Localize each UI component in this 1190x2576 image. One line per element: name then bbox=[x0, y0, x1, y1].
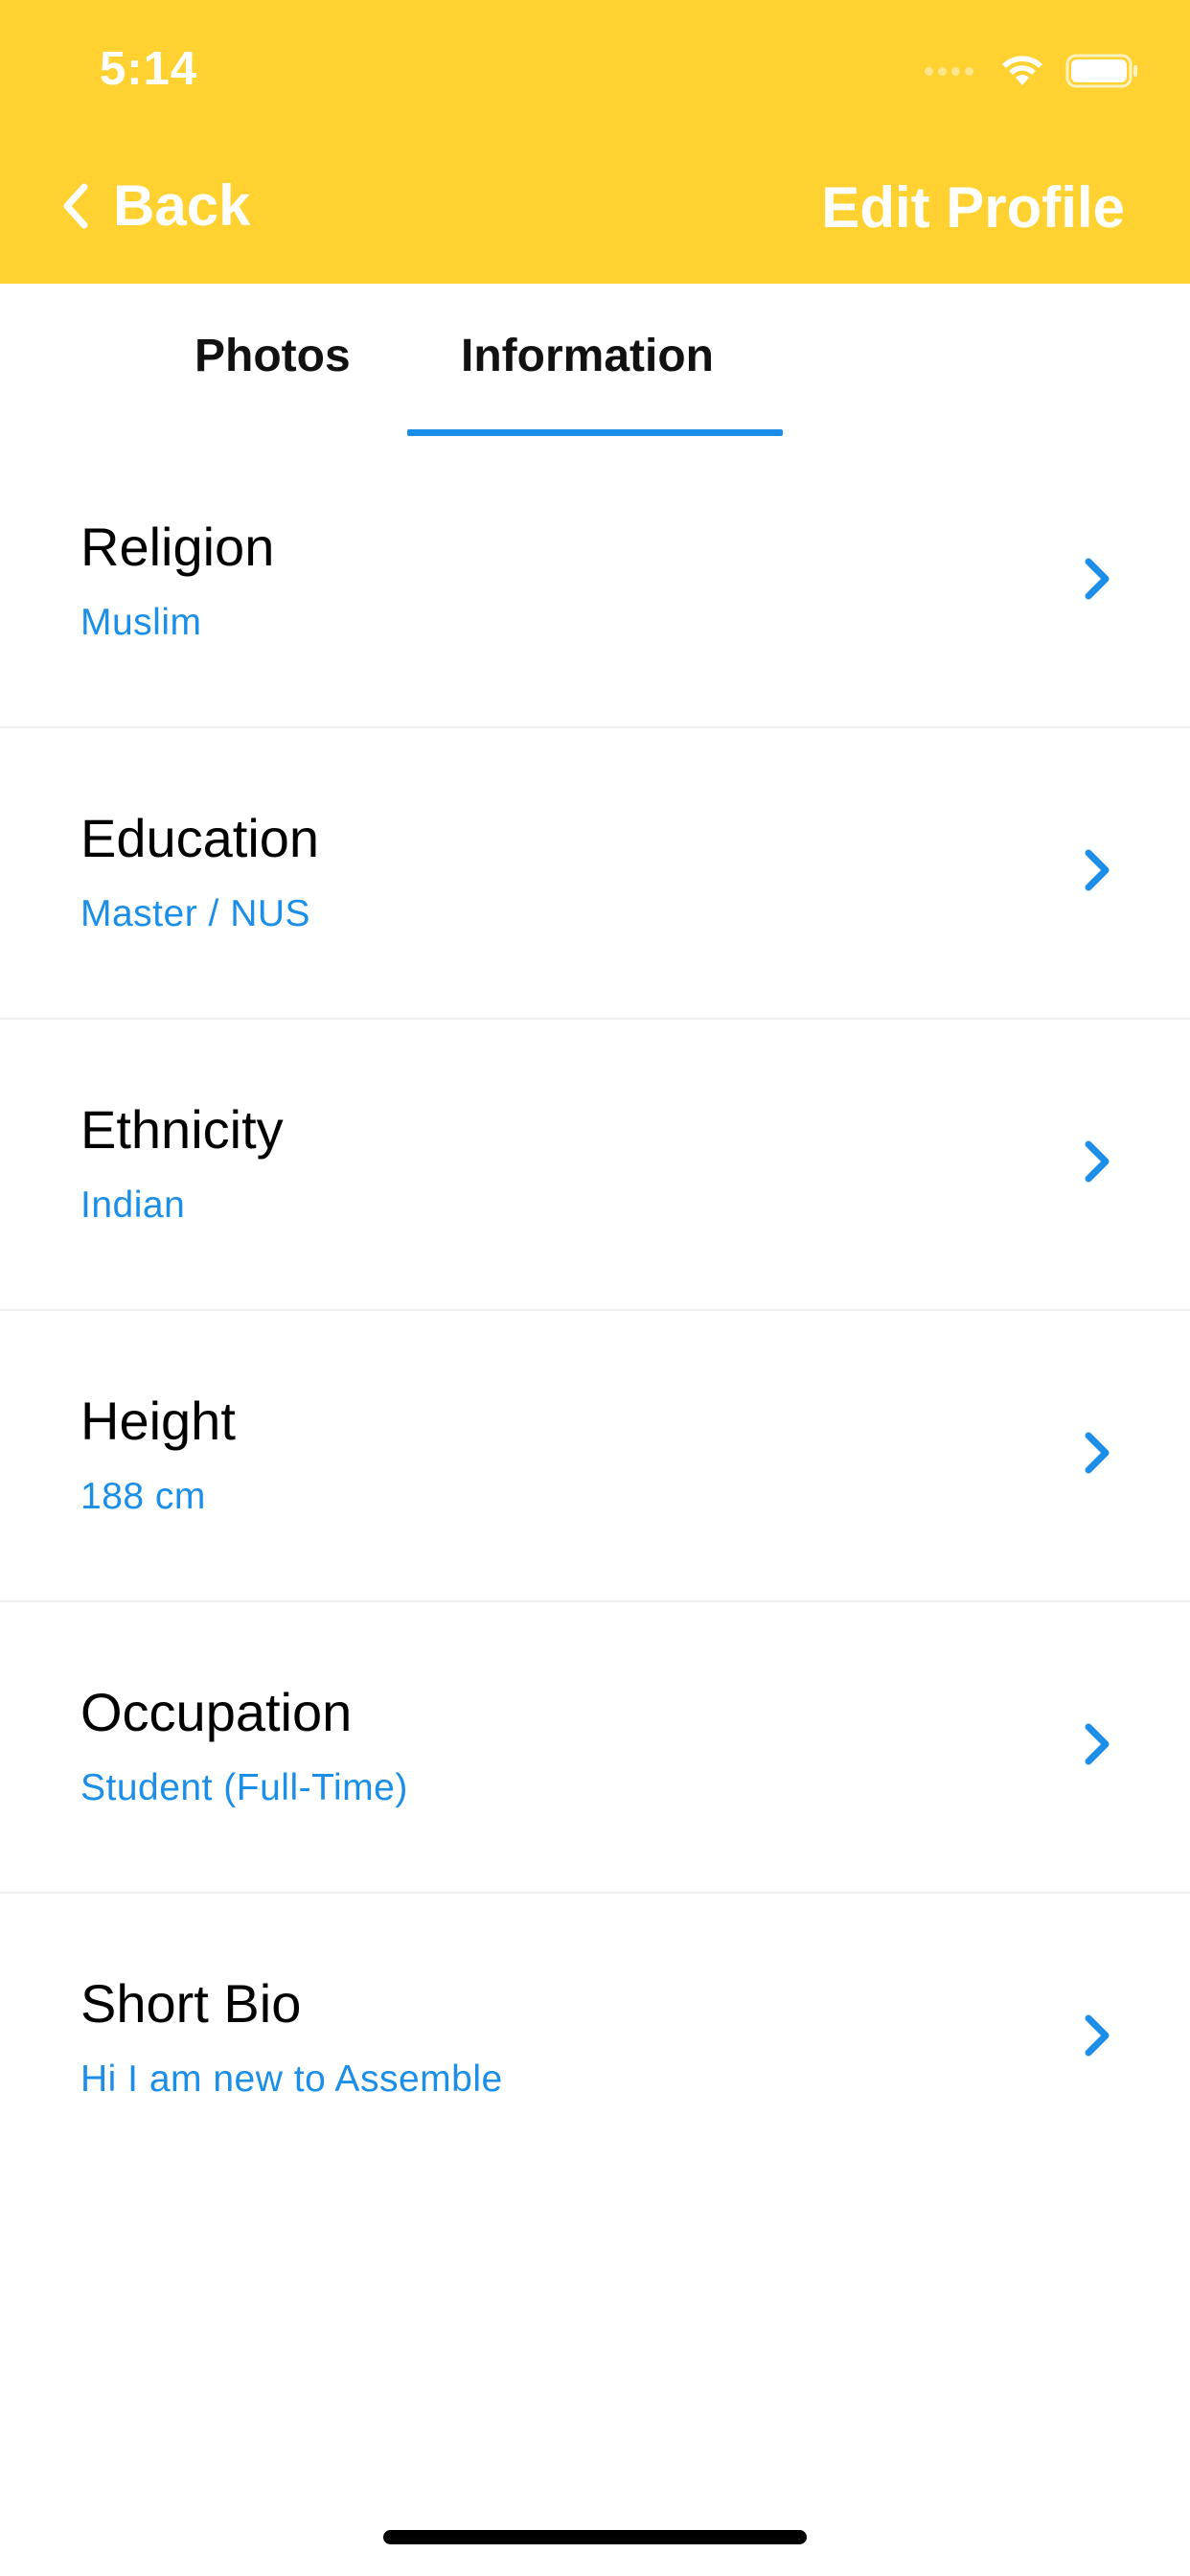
chevron-right-icon bbox=[1085, 1432, 1110, 1474]
list-item-title: Ethnicity bbox=[80, 1099, 284, 1160]
list-item-height[interactable]: Height 188 cm bbox=[0, 1311, 1190, 1602]
list-item-value: Student (Full-Time) bbox=[80, 1767, 408, 1808]
wifi-icon bbox=[1002, 56, 1042, 85]
tab-selected-indicator bbox=[407, 429, 783, 436]
chevron-right-icon bbox=[1085, 1723, 1110, 1765]
list-item-short-bio[interactable]: Short Bio Hi I am new to Assemble bbox=[0, 1894, 1190, 2185]
list-item-value: Master / NUS bbox=[80, 893, 311, 934]
status-time: 5:14 bbox=[100, 43, 198, 95]
page-title: Edit Profile bbox=[821, 175, 1125, 240]
list-item-title: Education bbox=[80, 808, 320, 868]
list-item-title: Height bbox=[80, 1391, 236, 1451]
chevron-right-icon bbox=[1085, 849, 1110, 891]
back-label: Back bbox=[113, 173, 251, 238]
back-button[interactable]: Back bbox=[61, 172, 250, 239]
chevron-right-icon bbox=[1085, 558, 1110, 600]
list-item-value: Hi I am new to Assemble bbox=[80, 2058, 503, 2100]
list-item-title: Short Bio bbox=[80, 1973, 302, 2034]
list-item-occupation[interactable]: Occupation Student (Full-Time) bbox=[0, 1602, 1190, 1894]
battery-icon bbox=[1065, 54, 1137, 88]
list-item-education[interactable]: Education Master / NUS bbox=[0, 728, 1190, 1020]
tab-bar: Photos Information bbox=[0, 284, 1190, 437]
tab-information[interactable]: Information bbox=[461, 330, 714, 382]
header-bar: 5:14 Back Edit Profile bbox=[0, 0, 1190, 284]
chevron-left-icon bbox=[63, 183, 88, 228]
info-list: Religion Muslim Education Master / NUS E… bbox=[0, 437, 1190, 2185]
list-item-value: Indian bbox=[80, 1184, 186, 1226]
list-item-ethnicity[interactable]: Ethnicity Indian bbox=[0, 1020, 1190, 1311]
home-indicator[interactable] bbox=[383, 2530, 807, 2544]
list-item-religion[interactable]: Religion Muslim bbox=[0, 437, 1190, 728]
list-item-title: Occupation bbox=[80, 1682, 353, 1742]
chevron-right-icon bbox=[1085, 2014, 1110, 2057]
list-item-value: Muslim bbox=[80, 602, 202, 643]
list-item-value: 188 cm bbox=[80, 1476, 206, 1517]
signal-dots-icon bbox=[925, 66, 973, 76]
tab-photos[interactable]: Photos bbox=[195, 330, 351, 382]
status-icons bbox=[925, 54, 1138, 88]
chevron-right-icon bbox=[1085, 1140, 1110, 1183]
list-item-title: Religion bbox=[80, 517, 275, 577]
